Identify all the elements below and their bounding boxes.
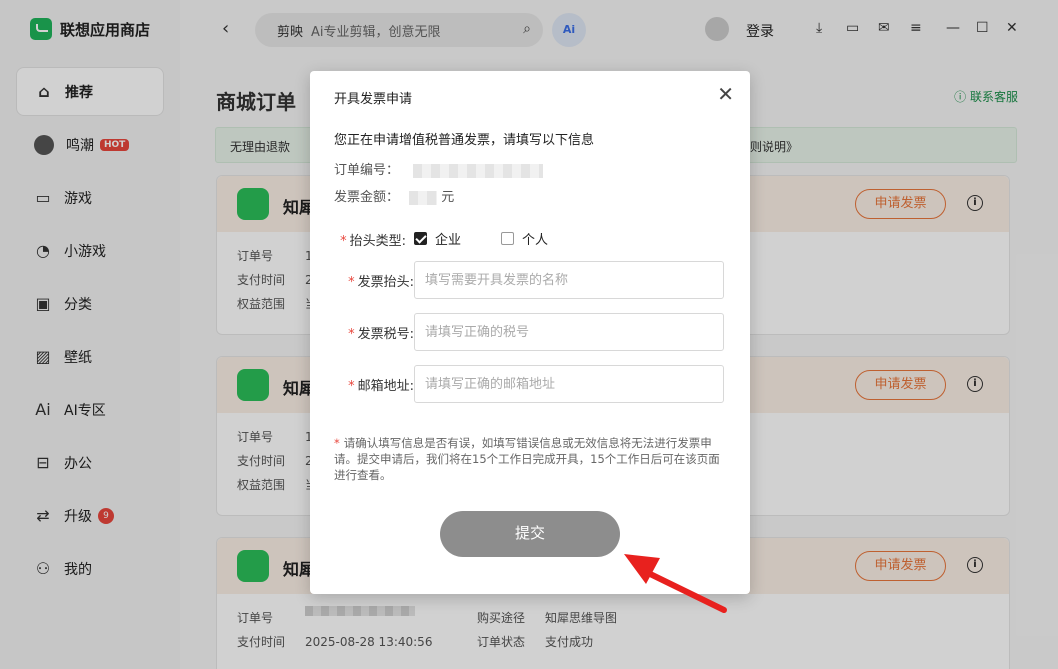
amount-unit: 元	[441, 190, 455, 205]
order-number-label: 订单编号：	[334, 163, 400, 178]
tax-number-label: * 发票税号:	[348, 327, 414, 342]
personal-checkbox[interactable]	[501, 232, 515, 245]
header-type-label: * 抬头类型:	[340, 234, 406, 249]
label-text: 邮箱地址:	[357, 379, 414, 394]
masked-order-number	[413, 163, 544, 178]
email-label: * 邮箱地址:	[348, 379, 414, 394]
personal-option-label[interactable]: 个人	[522, 229, 548, 248]
invoice-title-label: * 发票抬头:	[348, 275, 414, 290]
amount-label: 发票金额：	[334, 190, 400, 205]
invoice-title-input[interactable]	[414, 261, 724, 299]
tax-number-input[interactable]	[414, 313, 724, 351]
company-option-label[interactable]: 企业	[435, 229, 461, 248]
company-checkbox[interactable]	[414, 232, 427, 245]
order-number-row: 订单编号：	[334, 159, 544, 178]
tip-text: 请确认填写信息是否有误，如填写错误信息或无效信息将无法进行发票申请。提交申请后，…	[334, 436, 720, 482]
email-input[interactable]	[414, 365, 724, 403]
header-type-options: 企业 个人	[414, 229, 548, 248]
annotation-arrow-icon	[624, 554, 727, 613]
submit-button[interactable]: 提交	[440, 511, 620, 557]
close-icon[interactable]: ✕	[717, 82, 734, 106]
masked-amount	[409, 190, 438, 205]
dialog-lead: 您正在申请增值税普通发票，请填写以下信息	[334, 133, 595, 148]
label-text: 发票税号:	[357, 327, 414, 342]
amount-row: 发票金额： 元	[334, 186, 454, 205]
dialog-title: 开具发票申请	[334, 92, 413, 107]
submit-tip: * 请确认填写信息是否有误，如填写错误信息或无效信息将无法进行发票申请。提交申请后…	[334, 436, 720, 482]
label-text: 抬头类型:	[349, 234, 406, 249]
invoice-dialog: 开具发票申请 ✕ 您正在申请增值税普通发票，请填写以下信息 订单编号： 发票金额…	[310, 71, 750, 594]
label-text: 发票抬头:	[357, 275, 414, 290]
